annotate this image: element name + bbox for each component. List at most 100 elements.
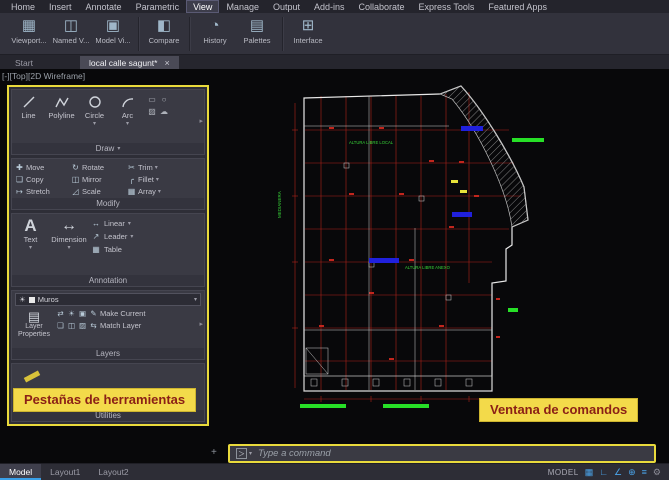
- revision-cloud-icon[interactable]: ☁: [158, 107, 170, 119]
- tab-layout1[interactable]: Layout1: [41, 464, 89, 480]
- leader-button[interactable]: ↗ Leader ▾: [91, 232, 134, 241]
- array-button[interactable]: ▦ Array ▾: [127, 187, 181, 196]
- ortho-icon[interactable]: ∟: [599, 467, 608, 477]
- object-snap-icon[interactable]: ⊕: [628, 467, 636, 478]
- layer-tool-icon: ▣: [78, 309, 87, 318]
- panel-title-label: Layers: [95, 349, 120, 358]
- linear-button[interactable]: ↔ Linear ▾: [91, 219, 133, 228]
- tab-start[interactable]: Start: [6, 56, 42, 69]
- tool-label: Scale: [82, 187, 101, 197]
- model-space-label[interactable]: MODEL: [548, 468, 579, 477]
- array-icon: ▦: [127, 187, 136, 197]
- ribbon-button-compare[interactable]: ◧ Compare: [143, 15, 185, 53]
- viewport-controls[interactable]: [-][Top][2D Wireframe]: [2, 71, 85, 81]
- layers-panel-title[interactable]: Layers: [12, 348, 204, 359]
- palettes-icon: ▤: [249, 17, 265, 34]
- menu-tab-express-tools[interactable]: Express Tools: [412, 0, 482, 13]
- rotate-button[interactable]: ↻ Rotate: [71, 163, 125, 172]
- ribbon-button-palettes[interactable]: ▤ Palettes: [236, 15, 278, 53]
- layer-properties-icon: ▤: [27, 309, 41, 324]
- close-icon[interactable]: ×: [164, 58, 169, 68]
- ribbon-button-label: Compare: [148, 36, 180, 45]
- callout-command-window: Ventana de comandos: [479, 398, 639, 422]
- linear-icon: ↔: [92, 219, 100, 228]
- lineweight-icon[interactable]: ≡: [642, 467, 647, 477]
- command-line[interactable]: ＞ ▾ Type a command: [228, 444, 656, 463]
- tool-label: Layer Properties: [18, 323, 50, 338]
- draw-panel: Line Polyline Circle ▾ Arc ▾ ▭ ○ ▨ ☁ ▸ D…: [11, 89, 205, 155]
- circle-button[interactable]: Circle ▾: [78, 90, 111, 143]
- panel-flyout-icon[interactable]: ▸: [199, 117, 203, 125]
- text-button[interactable]: A Text ▾: [14, 214, 47, 275]
- tab-active-drawing[interactable]: local calle sagunt* ×: [79, 56, 179, 69]
- tab-model[interactable]: Model: [0, 464, 42, 480]
- plan-label-altura-anexo: ALTURA LIBRE ANEXO: [405, 265, 451, 270]
- menu-tab-home[interactable]: Home: [4, 0, 42, 13]
- copy-button[interactable]: ❏ Copy: [15, 175, 69, 184]
- mirror-icon: ◫: [71, 174, 80, 184]
- layer-tool-icon: ❏: [57, 321, 64, 330]
- arc-icon: [121, 93, 135, 111]
- arc-button[interactable]: Arc ▾: [111, 90, 144, 143]
- draw-panel-title[interactable]: Draw ▾: [12, 143, 204, 154]
- trim-button[interactable]: ✂ Trim ▾: [127, 163, 181, 172]
- menu-tab-view[interactable]: View: [186, 0, 220, 13]
- fillet-button[interactable]: ╭ Fillet ▾: [127, 175, 181, 184]
- hatch-icon[interactable]: ▨: [146, 107, 158, 119]
- stretch-button[interactable]: ↦ Stretch: [15, 187, 69, 196]
- panel-flyout-icon[interactable]: ▸: [199, 320, 203, 328]
- leader-icon: ↗: [92, 232, 100, 241]
- chevron-down-icon: ▾: [154, 164, 158, 171]
- make-current-button[interactable]: ⇄ ☀ ▣ ✎ Make Current: [56, 309, 145, 318]
- layer-dropdown[interactable]: ☀ Muros ▾: [15, 293, 201, 306]
- menu-tab-annotate[interactable]: Annotate: [79, 0, 129, 13]
- grid-icon[interactable]: ▦: [585, 467, 594, 478]
- command-line-icon[interactable]: ＞ ▾: [236, 448, 252, 459]
- layer-dropdown-value: Muros: [37, 295, 59, 304]
- ribbon-button-viewport-configuration[interactable]: ▦ Viewport...: [8, 15, 50, 53]
- tab-layout2[interactable]: Layout2: [89, 464, 137, 480]
- ribbon-button-interface[interactable]: ⊞ Interface: [287, 15, 329, 53]
- layer-tool-icon: ✎: [90, 309, 97, 318]
- model-viewports-icon: ▣: [105, 17, 121, 34]
- match-layer-button[interactable]: ❏ ◫ ▨ ⇆ Match Layer: [56, 321, 145, 330]
- annotation-panel-title[interactable]: Annotation: [12, 275, 204, 286]
- polyline-button[interactable]: Polyline: [45, 90, 78, 143]
- menu-tab-featured-apps[interactable]: Featured Apps: [481, 0, 554, 13]
- chevron-down-icon: ▾: [193, 297, 197, 303]
- line-button[interactable]: Line: [12, 90, 45, 143]
- ribbon-button-model-viewports[interactable]: ▣ Model Vi...: [92, 15, 134, 53]
- measure-icon[interactable]: [23, 370, 41, 383]
- menu-tab-addins[interactable]: Add-ins: [307, 0, 352, 13]
- command-input[interactable]: Type a command: [258, 448, 331, 459]
- scale-button[interactable]: ◿ Scale: [71, 187, 125, 196]
- table-button[interactable]: ▦ Table: [91, 245, 133, 254]
- settings-gear-icon[interactable]: ⚙: [653, 467, 661, 478]
- ellipse-icon[interactable]: ○: [158, 95, 170, 107]
- rectangle-icon[interactable]: ▭: [146, 95, 158, 107]
- named-views-icon: ◫: [63, 17, 79, 34]
- menu-tab-insert[interactable]: Insert: [42, 0, 79, 13]
- history-icon: ◔: [210, 17, 220, 34]
- viewport-icon: ▦: [21, 17, 37, 34]
- tool-label: Copy: [26, 174, 44, 184]
- callout-tool-tabs: Pestañas de herramientas: [13, 388, 197, 412]
- polar-tracking-icon[interactable]: ∠: [614, 467, 622, 478]
- move-button[interactable]: ✚ Move: [15, 163, 69, 172]
- layer-properties-button[interactable]: ▤ Layer Properties: [12, 307, 56, 348]
- mirror-button[interactable]: ◫ Mirror: [71, 175, 125, 184]
- menu-bar: Home Insert Annotate Parametric View Man…: [0, 0, 669, 13]
- plan-text-labels: MEDIANERA ALTURA LIBRE LOCAL ALTURA LIBR…: [277, 140, 451, 270]
- menu-tab-parametric[interactable]: Parametric: [129, 0, 187, 13]
- ribbon-button-label: History: [203, 36, 227, 45]
- ribbon-separator: [138, 17, 139, 51]
- menu-tab-collaborate[interactable]: Collaborate: [352, 0, 412, 13]
- ribbon-button-named-views[interactable]: ◫ Named V...: [50, 15, 92, 53]
- modify-panel-title[interactable]: Modify: [12, 198, 204, 209]
- menu-tab-output[interactable]: Output: [266, 0, 307, 13]
- menu-tab-manage[interactable]: Manage: [219, 0, 266, 13]
- prompt-icon: ＞: [236, 448, 247, 459]
- tool-label: Array: [138, 187, 156, 197]
- ribbon-button-history[interactable]: ◔ History: [194, 15, 236, 53]
- dimension-button[interactable]: ↔ Dimension ▾: [47, 214, 91, 275]
